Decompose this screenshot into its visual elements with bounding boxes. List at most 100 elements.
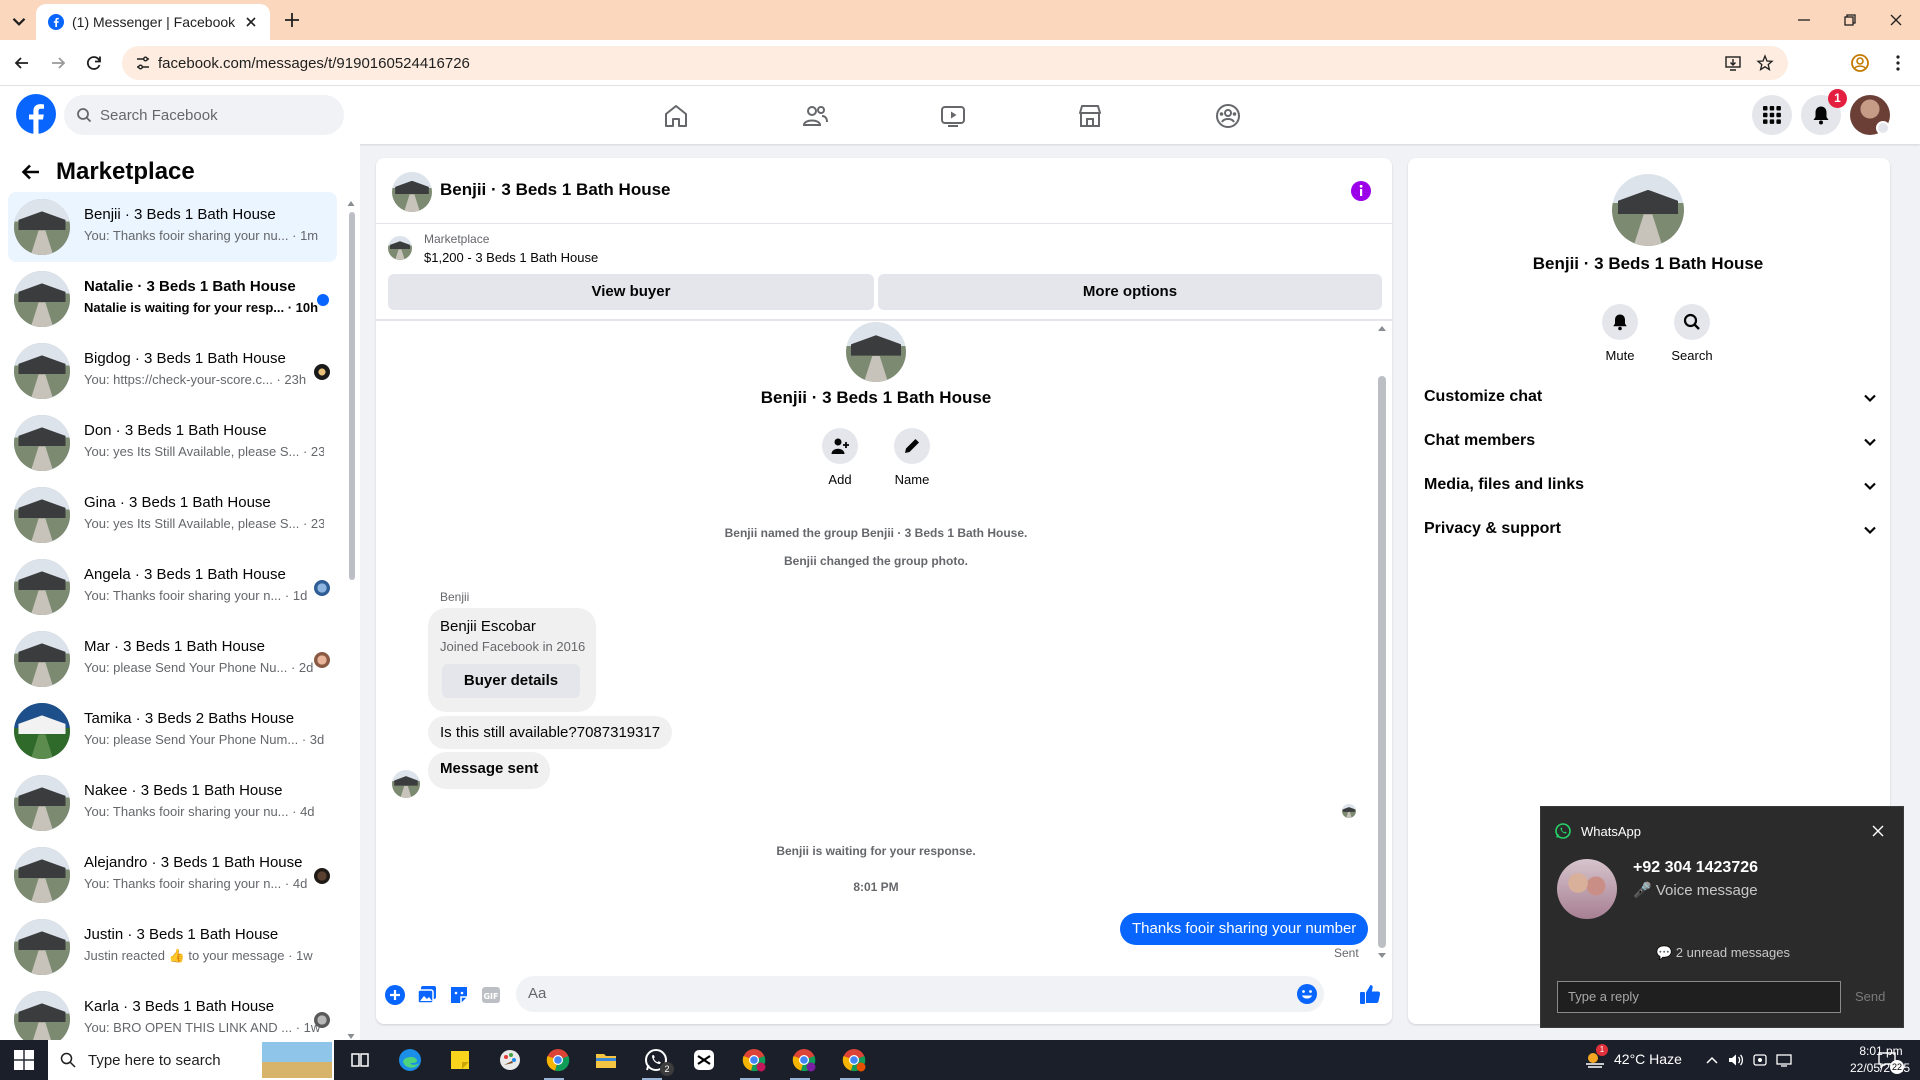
conversation-item[interactable]: Alejandro · 3 Beds 1 Bath House You: Tha… [8,840,337,910]
scroll-up-icon[interactable] [1377,324,1387,332]
outgoing-message[interactable]: Thanks fooir sharing your number [1120,913,1369,945]
conversation-item[interactable]: Mar · 3 Beds 1 Bath House You: please Se… [8,624,337,694]
listing-thumbnail [388,236,412,260]
conversation-item[interactable]: Bigdog · 3 Beds 1 Bath House You: https:… [8,336,337,406]
taskbar-search[interactable]: Type here to search [48,1040,334,1080]
seen-avatar [314,1012,330,1028]
more-options-button[interactable]: More options [878,274,1382,310]
close-window-icon[interactable] [1886,10,1906,30]
install-app-icon[interactable] [1724,54,1742,72]
site-info-icon[interactable] [134,54,152,72]
conversation-item[interactable]: Don · 3 Beds 1 Bath House You: yes Its S… [8,408,337,478]
windows-start-icon[interactable] [14,1050,34,1070]
listing-price-title[interactable]: $1,200 - 3 Beds 1 Bath House [424,250,598,265]
scroll-down-icon[interactable] [1377,952,1387,960]
like-thumb-icon[interactable] [1358,982,1382,1006]
buyer-name: Benjii Escobar [440,618,536,635]
facebook-logo-icon[interactable] [16,94,56,134]
facebook-search[interactable]: Search Facebook [64,95,344,135]
browser-menu-icon[interactable] [1888,53,1908,73]
forward-icon[interactable] [48,53,68,73]
more-actions-icon[interactable] [384,984,406,1006]
close-icon[interactable] [1871,824,1885,838]
menu-button[interactable] [1752,95,1792,135]
paint-app-icon[interactable] [498,1048,522,1072]
file-explorer-icon[interactable] [594,1048,618,1072]
conversation-item[interactable]: Benjii · 3 Beds 1 Bath House You: Thanks… [8,192,337,262]
bookmark-star-icon[interactable] [1756,54,1774,72]
conversation-thumbnail [14,415,70,471]
conversation-item[interactable]: Karla · 3 Beds 1 Bath House You: BRO OPE… [8,984,337,1040]
buyer-details-button[interactable]: Buyer details [442,664,580,698]
search-icon [60,1052,76,1068]
tab-close-icon[interactable] [242,13,260,31]
toast-reply-input[interactable]: Type a reply [1557,981,1841,1013]
marketplace-icon[interactable] [1076,102,1104,130]
capcut-icon[interactable] [692,1048,716,1072]
add-member-button[interactable]: Add [810,428,870,487]
privacy-support-row[interactable]: Privacy & support [1424,512,1884,548]
browser-profile-icon[interactable] [1850,53,1870,73]
show-hidden-icons-icon[interactable] [1704,1052,1720,1068]
back-arrow-icon[interactable] [20,161,42,183]
conversation-item[interactable]: Tamika · 3 Beds 2 Baths House You: pleas… [8,696,337,766]
incoming-message[interactable]: Is this still available?7087319317 [428,716,673,749]
conversation-item[interactable]: Angela · 3 Beds 1 Bath House You: Thanks… [8,552,337,622]
task-view-icon[interactable] [348,1048,372,1072]
meet-now-icon[interactable] [1752,1052,1768,1068]
mute-button[interactable]: Mute [1590,304,1650,363]
media-files-links-row[interactable]: Media, files and links [1424,468,1884,504]
tab-search-dropdown-icon[interactable] [8,10,30,32]
customize-chat-row[interactable]: Customize chat [1424,380,1884,416]
chrome-profile-a-icon[interactable] [742,1048,766,1072]
conversation-item[interactable]: Justin · 3 Beds 1 Bath House Justin reac… [8,912,337,982]
chat-scroll-thumb[interactable] [1378,376,1386,948]
address-bar[interactable]: facebook.com/messages/t/9190160524416726 [122,46,1788,80]
conversation-thumbnail [14,847,70,903]
reload-icon[interactable] [84,53,104,73]
message-input[interactable]: Aa [516,976,1324,1012]
info-icon[interactable] [1350,180,1372,202]
sidebar-scroll-thumb[interactable] [349,212,355,580]
minimize-icon[interactable] [1794,10,1814,30]
toast-send-button[interactable]: Send [1855,989,1885,1004]
back-icon[interactable] [12,53,32,73]
chrome-profile-b-icon[interactable] [792,1048,816,1072]
network-icon[interactable] [1776,1052,1792,1068]
video-icon[interactable] [939,102,967,130]
sidebar-title: Marketplace [56,158,195,185]
conversation-preview: Justin reacted 👍 to your message · 1w [84,948,313,963]
emoji-icon[interactable] [1296,983,1318,1005]
groups-icon[interactable] [1214,102,1242,130]
search-conversation-button[interactable]: Search [1662,304,1722,363]
gif-icon[interactable]: GIF [480,984,502,1006]
chat-avatar[interactable] [392,172,432,212]
conversation-preview: You: https://check-your-score.c... · 23h [84,372,307,387]
chat-title[interactable]: Benjii · 3 Beds 1 Bath House [440,180,671,200]
new-tab-icon[interactable] [282,10,302,30]
volume-icon[interactable] [1728,1052,1744,1068]
edge-browser-icon[interactable] [398,1048,422,1072]
browser-tab-active[interactable]: (1) Messenger | Facebook [36,4,270,40]
conversation-item[interactable]: Natalie · 3 Beds 1 Bath House Natalie is… [8,264,337,334]
home-icon[interactable] [662,102,690,130]
chrome-icon[interactable] [546,1048,570,1072]
friends-icon[interactable] [801,102,829,130]
incoming-message[interactable]: Message sent [428,752,551,789]
chrome-profile-c-icon[interactable] [842,1048,866,1072]
restore-icon[interactable] [1840,10,1860,30]
sticky-notes-icon[interactable] [448,1048,472,1072]
whatsapp-notification[interactable]: WhatsApp +92 304 1423726 🎤 Voice message… [1540,806,1904,1028]
chat-members-row[interactable]: Chat members [1424,424,1884,460]
conversation-item[interactable]: Gina · 3 Beds 1 Bath House You: yes Its … [8,480,337,550]
toast-contact-number: +92 304 1423726 [1633,859,1759,876]
account-chevron-icon[interactable] [1876,121,1890,135]
attach-photo-icon[interactable] [416,984,438,1006]
view-buyer-button[interactable]: View buyer [388,274,874,310]
weather-text[interactable]: 42°C Haze [1614,1051,1682,1067]
sender-avatar[interactable] [392,770,420,798]
edit-name-button[interactable]: Name [882,428,942,487]
conversation-item[interactable]: Nakee · 3 Beds 1 Bath House You: Thanks … [8,768,337,838]
conversation-name: Tamika · 3 Beds 2 Baths House [84,710,295,727]
sticker-icon[interactable] [448,984,470,1006]
